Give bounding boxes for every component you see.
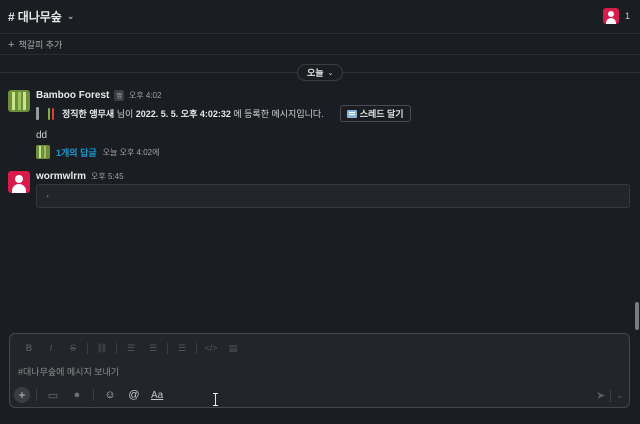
reply-time: 오늘 오후 4:02에 (102, 147, 160, 157)
toolbar-divider (116, 342, 117, 354)
code-block-icon[interactable]: ▤ (222, 341, 244, 355)
format-toggle-button[interactable]: Aa (148, 390, 166, 401)
quoted-message: 정직한 앵무새 님이 2022. 5. 5. 오후 4:02:32 에 등록한 … (36, 105, 411, 122)
chevron-down-icon[interactable]: ⌄ (616, 391, 623, 400)
composer-actions: + ▭ ● ☺ @ Aa (14, 387, 166, 403)
channel-name-button[interactable]: # 대나무숲 ⌄ (8, 8, 74, 25)
reply-count-link[interactable]: 1개의 답글 (56, 146, 97, 159)
channel-name: 대나무숲 (17, 10, 62, 24)
quote-datetime: 2022. 5. 5. 오후 4:02:32 (135, 109, 231, 119)
formatting-toolbar: B I S ⛓ ☰ ☰ ☰ </> ▤ (18, 341, 244, 355)
thread-button-label: 스레드 달기 (359, 109, 404, 119)
chevron-down-icon: ⌄ (66, 11, 75, 21)
emoji-icon[interactable]: ☺ (100, 387, 120, 403)
message-input[interactable]: #대나무숲에 메시지 보내기 (18, 365, 119, 378)
bulleted-list-icon[interactable]: ☰ (142, 341, 164, 355)
send-divider (610, 389, 612, 402)
text-cursor-icon (212, 393, 219, 406)
message-timestamp[interactable]: 오후 4:02 (129, 90, 162, 101)
scrollbar-track[interactable] (634, 56, 640, 332)
code-block: . (36, 184, 630, 208)
toolbar-divider (93, 389, 94, 401)
date-divider-button[interactable]: 오늘 ⌄ (297, 64, 344, 81)
ordered-list-icon[interactable]: ☰ (120, 341, 142, 355)
thread-icon (346, 109, 357, 118)
italic-icon[interactable]: I (40, 341, 62, 355)
reply-avatar (36, 145, 50, 159)
sender-name[interactable]: Bamboo Forest (36, 90, 109, 101)
quote-bar (36, 107, 39, 120)
member-button[interactable]: 1 (602, 8, 630, 24)
quote-text: 정직한 앵무새 님이 2022. 5. 5. 오후 4:02:32 에 등록한 … (62, 109, 324, 119)
at-icon[interactable]: @ (124, 387, 144, 403)
add-bookmark-button[interactable]: + 책갈피 추가 (8, 38, 62, 51)
microphone-icon[interactable]: ● (67, 387, 87, 403)
bamboo-emoji-icon (47, 107, 57, 120)
video-icon[interactable]: ▭ (43, 387, 63, 403)
member-count: 1 (624, 11, 630, 21)
send-area: ➤ ⌄ (596, 389, 623, 402)
bold-icon[interactable]: B (18, 341, 40, 355)
date-label: 오늘 (307, 68, 324, 78)
hash-icon: # (8, 9, 15, 24)
sender-name[interactable]: wormwlrm (36, 171, 86, 182)
quote-author: 정직한 앵무새 (62, 109, 115, 119)
app-badge: 앱 (114, 90, 124, 101)
add-bookmark-label: 책갈피 추가 (18, 40, 63, 50)
bookmark-bar: + 책갈피 추가 (0, 35, 640, 55)
user-avatar[interactable] (8, 171, 30, 193)
channel-header: # 대나무숲 ⌄ 1 (0, 0, 640, 34)
strikethrough-icon[interactable]: S (62, 341, 84, 355)
plus-icon: + (8, 38, 15, 51)
message-composer[interactable]: B I S ⛓ ☰ ☰ ☰ </> ▤ #대나무숲에 메시지 보내기 + ▭ ●… (9, 333, 630, 408)
toolbar-divider (196, 342, 197, 354)
toolbar-divider (87, 342, 88, 354)
link-icon[interactable]: ⛓ (91, 341, 113, 355)
start-thread-button[interactable]: 스레드 달기 (339, 105, 411, 122)
scrollbar-thumb[interactable] (635, 302, 639, 330)
code-icon[interactable]: </> (200, 341, 222, 355)
plus-icon[interactable]: + (14, 387, 30, 403)
toolbar-divider (36, 389, 37, 401)
member-avatar (602, 8, 619, 24)
send-icon[interactable]: ➤ (596, 389, 605, 402)
blockquote-icon[interactable]: ☰ (171, 341, 193, 355)
message-body: dd (36, 130, 48, 141)
bamboo-avatar[interactable] (8, 90, 30, 112)
chevron-down-icon: ⌄ (327, 69, 334, 77)
message-timestamp[interactable]: 오후 5:45 (91, 171, 124, 182)
thread-replies[interactable]: 1개의 답글 오늘 오후 4:02에 (36, 145, 159, 159)
toolbar-divider (167, 342, 168, 354)
